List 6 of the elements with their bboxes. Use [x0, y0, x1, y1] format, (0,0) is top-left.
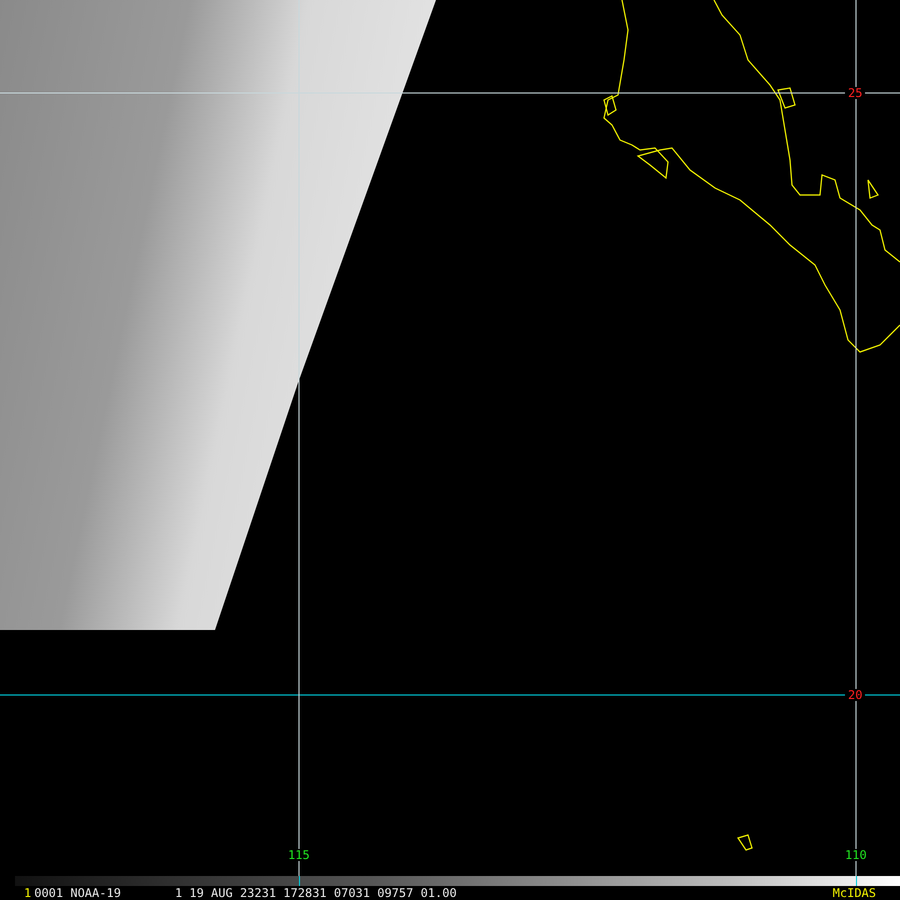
image-info-text: 1 19 AUG 23231 172831 07031 09757 01.00 — [174, 886, 457, 900]
image-info-text: 0001 NOAA-19 — [34, 886, 121, 900]
latitude-label: 25 — [845, 87, 866, 99]
latitude-label: 20 — [845, 689, 866, 701]
frame-number: 1 — [24, 886, 32, 900]
software-label: McIDAS — [832, 886, 876, 900]
